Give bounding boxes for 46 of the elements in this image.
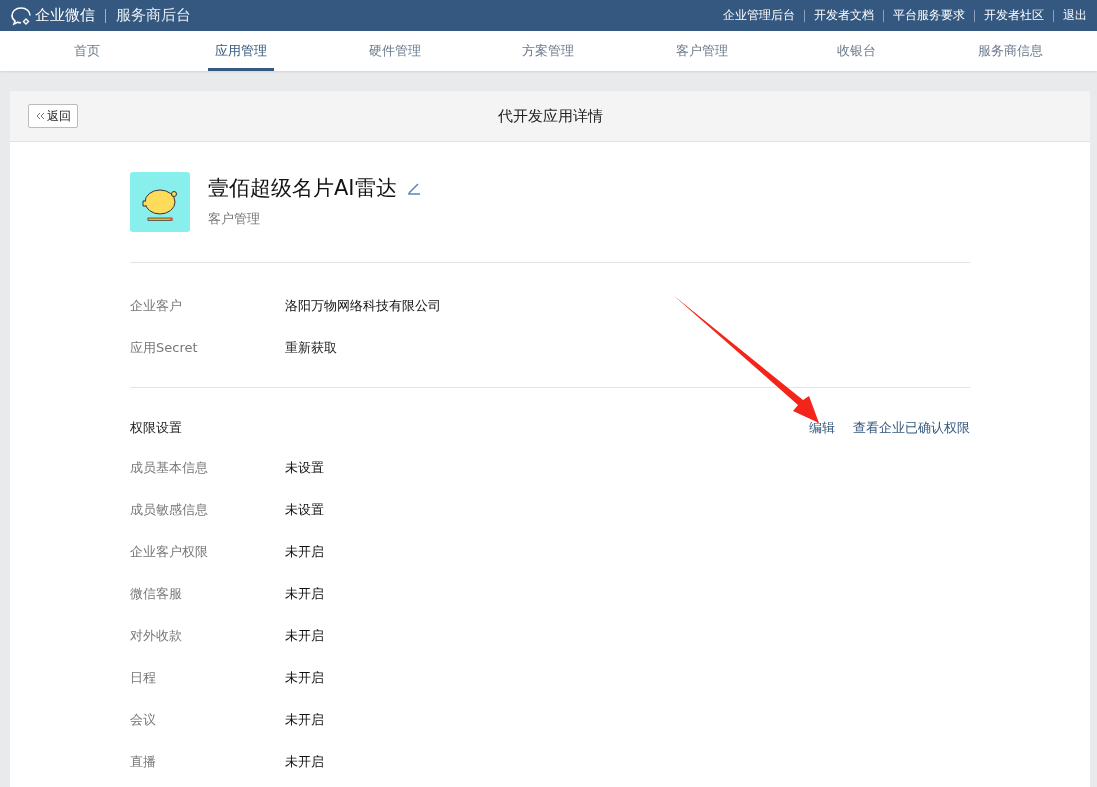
nav-tab[interactable]: 应用管理 xyxy=(207,31,274,71)
action-link[interactable]: 编辑 xyxy=(809,419,835,437)
permission-label: 成员基本信息 xyxy=(130,459,209,477)
field-value: 洛阳万物网络科技有限公司 xyxy=(285,297,441,315)
top-link[interactable]: 开发者社区 xyxy=(984,7,1044,24)
top-link[interactable]: 开发者文档 xyxy=(814,7,874,24)
nav-tab[interactable]: 方案管理 xyxy=(515,31,582,71)
nav-tab[interactable]: 收银台 xyxy=(823,31,890,71)
permission-label: 企业客户权限 xyxy=(130,543,209,561)
chat-bubble-icon xyxy=(10,5,32,26)
permission-value: 未开启 xyxy=(285,543,324,561)
permission-label: 微信客服 xyxy=(130,585,183,603)
site-subtitle: 服务商后台 xyxy=(116,6,191,25)
back-button[interactable]: 返回 xyxy=(28,104,78,128)
pencil-icon[interactable] xyxy=(406,181,421,195)
permission-label: 成员敏感信息 xyxy=(130,501,209,519)
logo-text: 企业微信 xyxy=(35,6,95,25)
permission-value: 未开启 xyxy=(285,711,324,729)
top-link[interactable]: 平台服务要求 xyxy=(893,7,965,24)
panel-title: 代开发应用详情 xyxy=(497,106,603,126)
permission-label: 对外收款 xyxy=(130,627,183,645)
permission-value: 未开启 xyxy=(285,753,324,771)
nav-tab[interactable]: 硬件管理 xyxy=(361,31,428,71)
field-label: 应用Secret xyxy=(130,339,199,357)
field-label: 企业客户 xyxy=(130,297,183,315)
app-category: 客户管理 xyxy=(208,210,261,228)
permission-label: 日程 xyxy=(130,669,157,687)
permission-label: 直播 xyxy=(130,753,157,771)
permission-value: 未设置 xyxy=(285,459,324,477)
nav-tab[interactable]: 首页 xyxy=(54,31,120,71)
action-link[interactable]: 查看企业已确认权限 xyxy=(853,419,970,437)
app-name: 壹佰超级名片AI雷达 xyxy=(208,175,397,202)
nav-tab[interactable]: 服务商信息 xyxy=(977,31,1043,71)
top-link[interactable]: 企业管理后台 xyxy=(723,7,795,24)
permission-value: 未开启 xyxy=(285,669,324,687)
app-icon xyxy=(130,172,190,232)
double-chevron-icon xyxy=(35,111,45,121)
permission-value: 未设置 xyxy=(285,501,324,519)
permission-value: 未开启 xyxy=(285,627,324,645)
top-link[interactable]: 退出 xyxy=(1063,7,1087,24)
permission-value: 未开启 xyxy=(285,585,324,603)
logo[interactable]: 企业微信 xyxy=(10,5,95,26)
nav-tab[interactable]: 客户管理 xyxy=(669,31,736,71)
permission-label: 会议 xyxy=(130,711,157,729)
regenerate-link[interactable]: 重新获取 xyxy=(285,339,337,357)
section-title: 权限设置 xyxy=(130,419,182,437)
